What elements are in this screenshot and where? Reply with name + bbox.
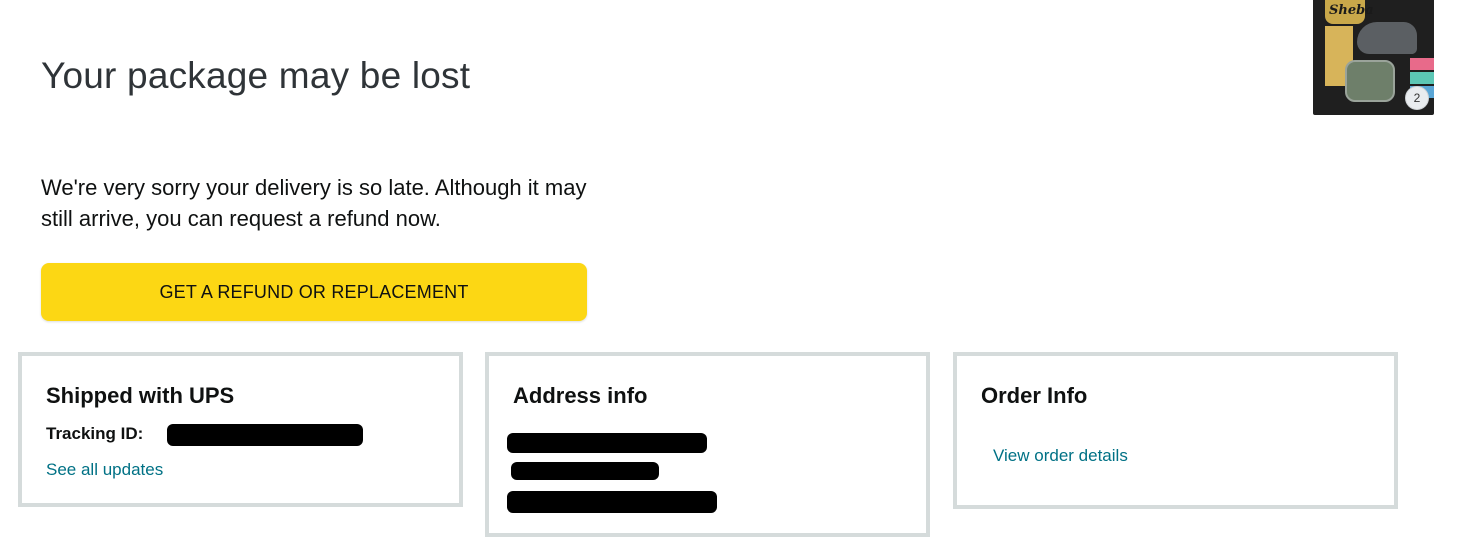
redacted-address-line-3 <box>507 491 717 513</box>
lost-package-message: We're very sorry your delivery is so lat… <box>41 175 587 231</box>
order-info-card-title: Order Info <box>981 383 1088 408</box>
redacted-address-line-2 <box>511 462 659 480</box>
address-card-title: Address info <box>513 383 648 408</box>
redacted-address-line-1 <box>507 433 707 453</box>
shipping-card: Shipped with UPS Tracking ID: See all up… <box>18 352 463 507</box>
refund-or-replacement-button[interactable]: GET A REFUND OR REPLACEMENT <box>41 263 587 321</box>
flavor-band-teal <box>1410 72 1434 84</box>
shipping-card-title: Shipped with UPS <box>46 383 235 408</box>
page-title: Your package may be lost <box>41 54 471 96</box>
quantity-badge: 2 <box>1406 87 1428 109</box>
redacted-tracking-id <box>167 424 363 446</box>
order-info-card: Order Info View order details <box>953 352 1398 509</box>
delivery-status-page: Your package may be lost Sheba 2 We're v… <box>0 0 1478 545</box>
brand-logo-text: Sheba <box>1329 3 1374 18</box>
see-all-updates-link[interactable]: See all updates <box>46 460 163 480</box>
flavor-band-pink <box>1410 58 1434 70</box>
address-card: Address info <box>485 352 930 537</box>
food-tray-image <box>1345 60 1395 102</box>
product-thumbnail[interactable]: Sheba 2 <box>1313 0 1434 115</box>
tracking-id-label: Tracking ID: <box>46 424 144 443</box>
cat-image <box>1357 22 1417 54</box>
view-order-details-link[interactable]: View order details <box>993 446 1128 466</box>
